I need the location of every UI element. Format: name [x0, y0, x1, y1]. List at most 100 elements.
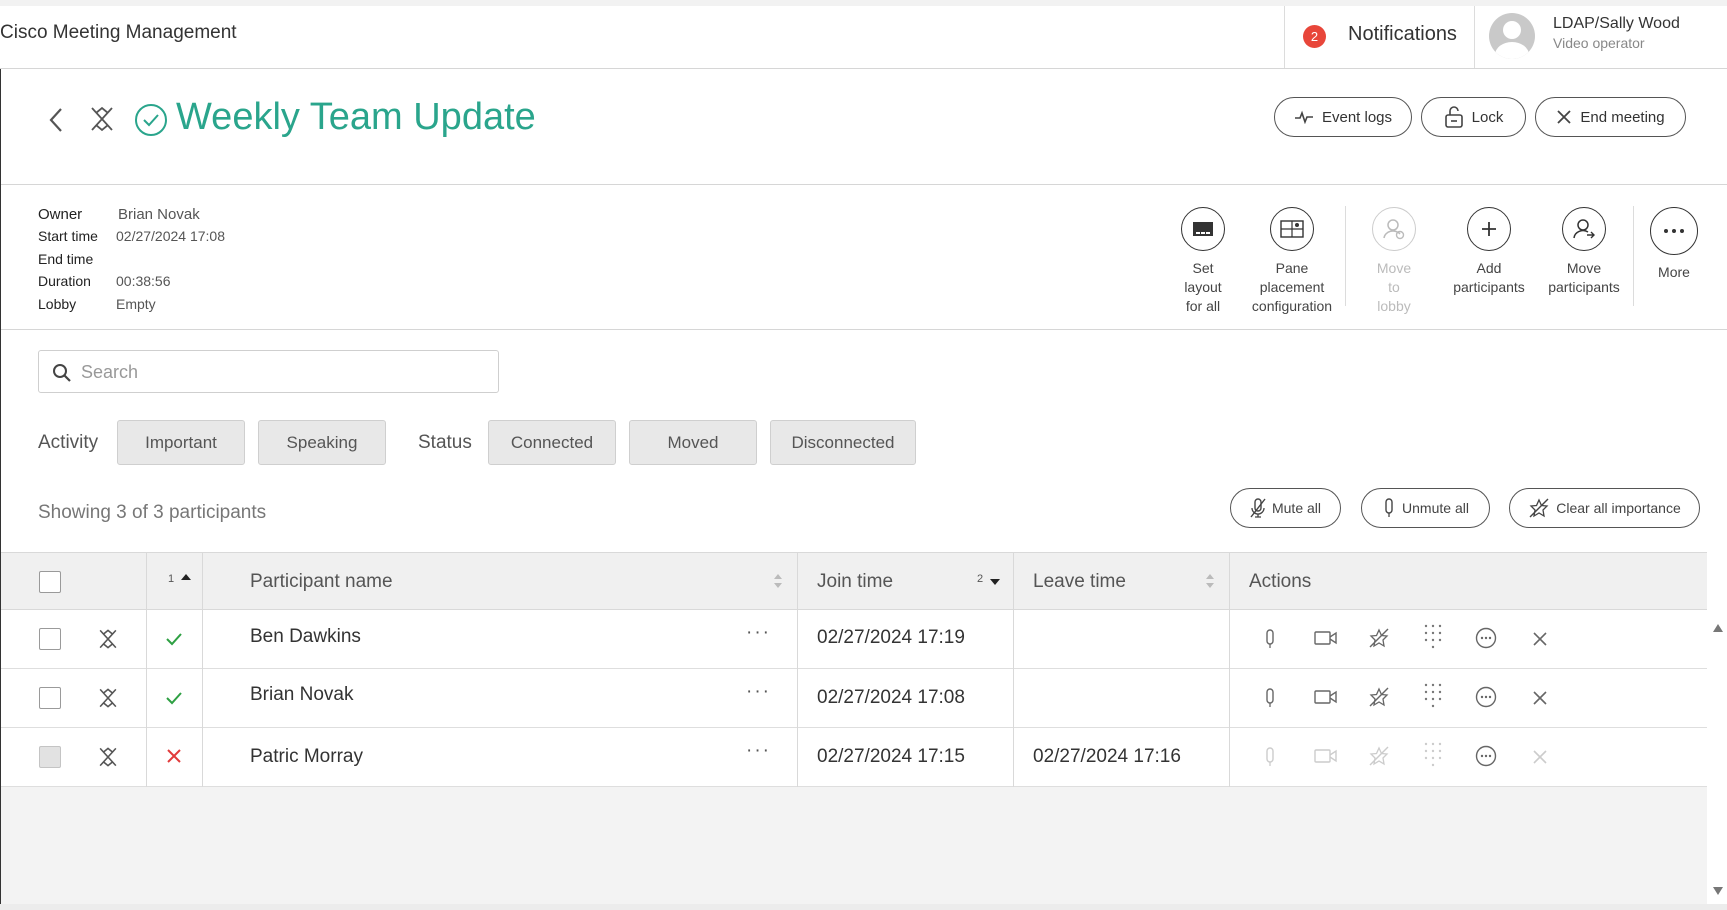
sort-icon[interactable]	[773, 573, 783, 589]
sort-down-icon[interactable]	[989, 578, 1001, 586]
pane-placement-button[interactable]: Pane placement configuration	[1242, 207, 1342, 316]
back-icon[interactable]	[48, 106, 64, 134]
keypad-icon[interactable]	[1423, 623, 1443, 653]
tool-label: placement	[1259, 279, 1325, 295]
scroll-down-icon[interactable]	[1712, 886, 1724, 896]
column-divider	[1013, 552, 1014, 787]
column-divider	[146, 552, 147, 787]
header-join-time[interactable]: Join time	[817, 571, 893, 593]
more-circle-icon[interactable]	[1475, 627, 1497, 649]
tool-label: lobby	[1377, 298, 1411, 314]
header-participant-name[interactable]: Participant name	[250, 571, 393, 593]
pane-placement-icon	[1280, 220, 1304, 238]
importance-icon[interactable]	[1368, 686, 1390, 708]
tool-label: Add	[1476, 260, 1502, 276]
tool-label: participants	[1453, 279, 1525, 295]
search-box	[38, 350, 499, 394]
tool-label: configuration	[1251, 298, 1333, 314]
camera-icon[interactable]	[1314, 630, 1338, 646]
filter-important[interactable]: Important	[117, 420, 245, 465]
move-to-lobby-button[interactable]: Move to lobby	[1344, 207, 1444, 316]
table-row[interactable]: Brian Novak ··· 02/27/2024 17:08	[1, 669, 1707, 728]
end-meeting-button[interactable]: End meeting	[1535, 97, 1686, 137]
add-participants-button[interactable]: Add participants	[1439, 207, 1539, 297]
set-layout-button[interactable]: Set layout for all	[1153, 207, 1253, 316]
row-checkbox[interactable]	[39, 628, 61, 650]
mute-all-button[interactable]: Mute all	[1230, 488, 1341, 528]
keypad-icon[interactable]	[1423, 682, 1443, 712]
column-divider	[1229, 552, 1230, 787]
notification-badge[interactable]: 2	[1303, 25, 1326, 48]
more-circle-icon[interactable]	[1475, 686, 1497, 708]
microphone-icon[interactable]	[1263, 687, 1277, 709]
user-role: Video operator	[1553, 35, 1645, 51]
participant-more-icon[interactable]: ···	[746, 740, 771, 762]
connected-check-icon	[166, 692, 182, 705]
pin-icon[interactable]	[97, 745, 119, 769]
check-circle-icon	[134, 103, 168, 137]
table-header: 1 Participant name Join time 2 Leave tim…	[1, 552, 1707, 610]
leave-time: 02/27/2024 17:16	[1033, 746, 1181, 767]
microphone-icon	[1266, 747, 1274, 766]
pin-icon[interactable]	[97, 686, 119, 710]
importance-icon[interactable]	[1368, 627, 1390, 649]
table-row[interactable]: Ben Dawkins ··· 02/27/2024 17:19	[1, 610, 1707, 669]
tool-label: participants	[1548, 279, 1620, 295]
participants-table: 1 Participant name Join time 2 Leave tim…	[1, 552, 1707, 906]
move-participants-button[interactable]: Move participants	[1534, 207, 1634, 297]
owner-label: Owner	[38, 206, 83, 223]
tool-label: to	[1388, 279, 1400, 295]
filter-connected[interactable]: Connected	[488, 420, 616, 465]
participant-name[interactable]: Ben Dawkins	[250, 626, 361, 648]
mute-all-label: Mute all	[1271, 500, 1322, 516]
move-participants-icon	[1573, 219, 1595, 239]
duration-value: 00:38:56	[116, 273, 171, 289]
filter-moved[interactable]: Moved	[629, 420, 757, 465]
participant-name[interactable]: Brian Novak	[250, 684, 354, 706]
clear-importance-icon	[1529, 498, 1549, 518]
close-icon	[1533, 750, 1547, 764]
notifications-link[interactable]: Notifications	[1348, 23, 1457, 46]
search-input[interactable]	[79, 351, 483, 394]
layout-icon	[1193, 222, 1213, 236]
filter-disconnected[interactable]: Disconnected	[770, 420, 916, 465]
participant-more-icon[interactable]: ···	[746, 622, 771, 644]
page-title: Weekly Team Update	[176, 96, 536, 138]
filter-speaking[interactable]: Speaking	[258, 420, 386, 465]
lock-button[interactable]: Lock	[1421, 97, 1526, 137]
pin-icon[interactable]	[88, 104, 116, 134]
move-to-lobby-icon	[1383, 219, 1405, 240]
participant-more-icon[interactable]: ···	[746, 681, 771, 703]
pin-icon[interactable]	[97, 627, 119, 651]
more-circle-icon[interactable]	[1475, 745, 1497, 767]
clear-importance-button[interactable]: Clear all importance	[1509, 488, 1700, 528]
end-meeting-label: End meeting	[1580, 108, 1665, 126]
row-checkbox[interactable]	[39, 687, 61, 709]
table-row[interactable]: Patric Morray ··· 02/27/2024 17:15 02/27…	[1, 728, 1707, 787]
event-logs-icon	[1294, 110, 1313, 124]
duration-label: Duration	[38, 273, 91, 289]
sort-icon[interactable]	[1205, 573, 1215, 589]
row-checkbox[interactable]	[39, 746, 61, 768]
info-border	[1, 329, 1727, 330]
more-icon	[1664, 229, 1684, 233]
lock-icon	[1444, 106, 1463, 128]
event-logs-button[interactable]: Event logs	[1274, 97, 1412, 137]
more-button[interactable]: More	[1624, 207, 1724, 282]
tool-label: Pane	[1275, 260, 1309, 276]
participant-name[interactable]: Patric Morray	[250, 746, 363, 768]
status-label: Status	[418, 432, 472, 453]
avatar[interactable]	[1489, 13, 1535, 59]
unmute-all-button[interactable]: Unmute all	[1361, 488, 1490, 528]
user-name[interactable]: LDAP/Sally Wood	[1553, 15, 1680, 33]
scroll-up-icon[interactable]	[1712, 623, 1724, 633]
unmute-all-label: Unmute all	[1402, 500, 1469, 516]
microphone-icon[interactable]	[1263, 628, 1277, 650]
app-title: Cisco Meeting Management	[0, 22, 237, 43]
close-icon[interactable]	[1532, 690, 1548, 706]
close-icon[interactable]	[1532, 631, 1548, 647]
sort-up-icon[interactable]	[180, 573, 192, 581]
camera-icon[interactable]	[1314, 689, 1338, 705]
header-leave-time[interactable]: Leave time	[1033, 571, 1126, 593]
select-all-checkbox[interactable]	[39, 571, 61, 593]
